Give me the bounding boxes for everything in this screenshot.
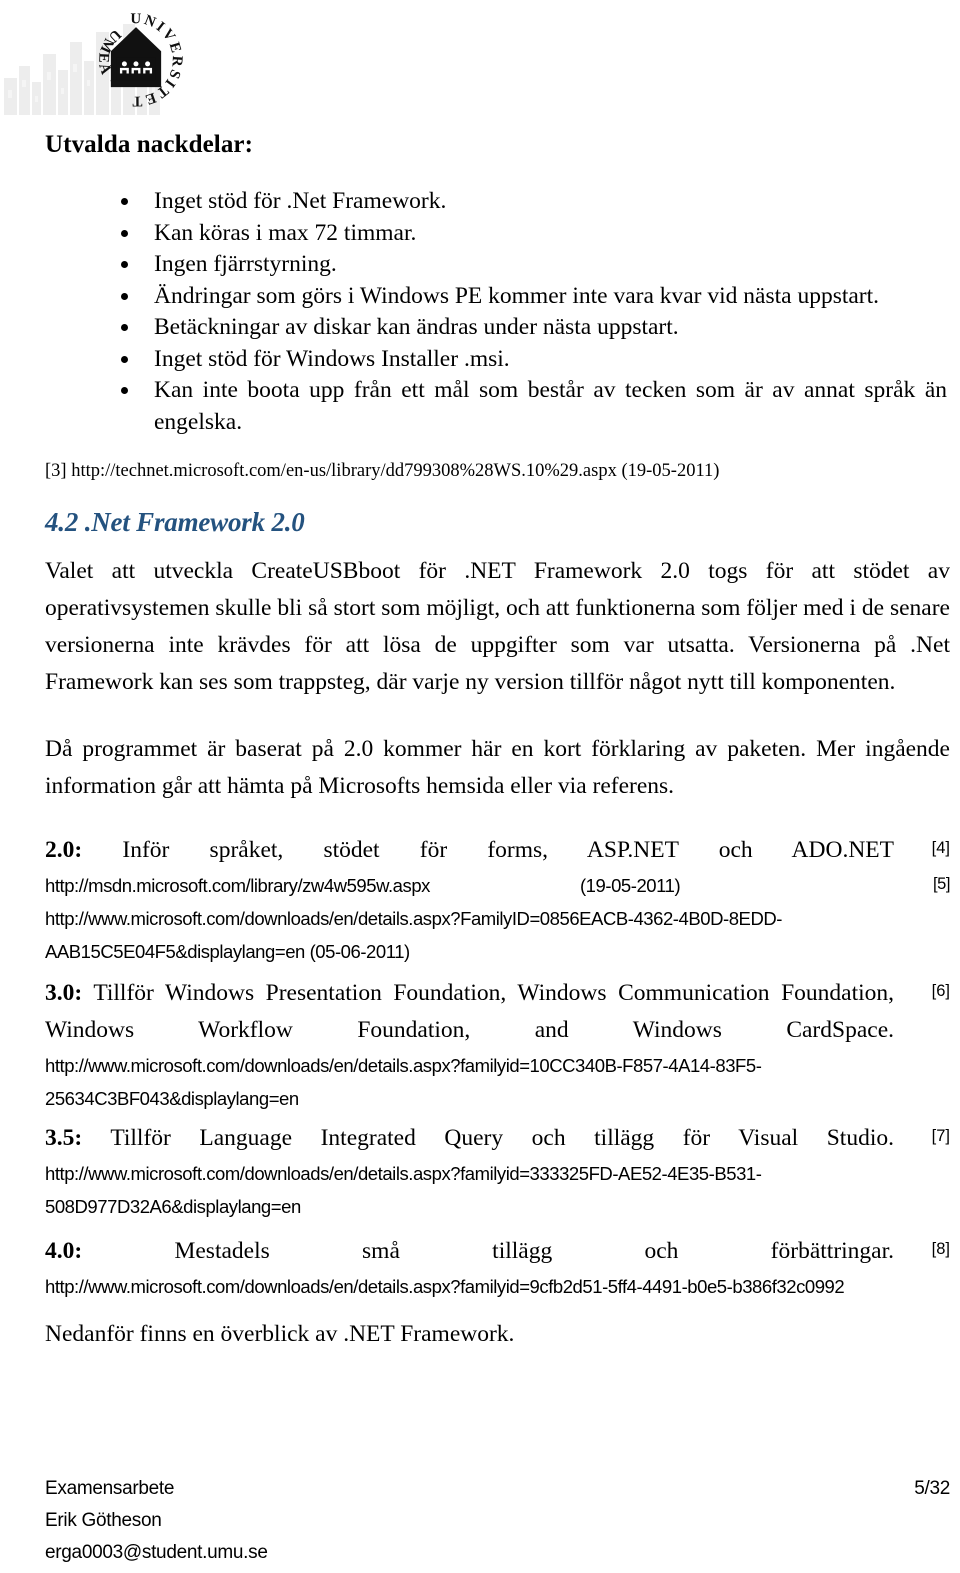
url-line[interactable]: http://www.microsoft.com/downloads/en/de… <box>45 902 950 935</box>
section-paragraph-1: Valet att utveckla CreateUSBboot för .NE… <box>45 558 950 695</box>
reference-marker: [8] <box>931 1240 950 1258</box>
url-text[interactable]: http://www.microsoft.com/downloads/en/de… <box>45 1163 762 1184</box>
version-description: Mestadels små tillägg och förbättringar. <box>174 1238 895 1264</box>
reference-marker: [5] <box>933 875 950 893</box>
list-item: Kan inte boota upp från ett mål som best… <box>81 375 951 438</box>
list-item-label: Betäckningar av diskar kan ändras under … <box>154 314 679 340</box>
version-entry-2-0: 2.0: Inför språket, stödet för forms, AS… <box>45 832 950 968</box>
university-logo: UNIVERSITET UMEÅ · <box>0 0 230 118</box>
list-item: Ingen fjärrstyrning. <box>81 249 951 281</box>
version-entry-3-0: 3.0: Tillför Windows Presentation Founda… <box>45 975 950 1115</box>
reference-marker: [6] <box>931 982 950 1000</box>
url-text[interactable]: http://www.microsoft.com/downloads/en/de… <box>45 1055 762 1076</box>
bullet-icon <box>121 261 128 268</box>
version-url-block: http://msdn.microsoft.com/library/zw4w59… <box>45 869 950 968</box>
list-item-label: Ändringar som görs i Windows PE kommer i… <box>154 282 880 309</box>
version-description-line: 4.0: Mestadels små tillägg och förbättri… <box>45 1233 950 1270</box>
version-description: Inför språket, stödet för forms, ASP.NET… <box>122 837 895 863</box>
url-line[interactable]: http://www.microsoft.com/downloads/en/de… <box>45 1270 950 1303</box>
bullet-icon <box>121 198 128 205</box>
url-line[interactable]: http://msdn.microsoft.com/library/zw4w59… <box>45 869 950 902</box>
list-item-label: Inget stöd för .Net Framework. <box>154 188 447 214</box>
document-page: UNIVERSITET UMEÅ · <box>0 0 960 1573</box>
section-paragraph-2: Då programmet är baserat på 2.0 kommer h… <box>45 736 950 799</box>
footer-row-2: Erik Götheson <box>45 1505 950 1537</box>
url-date: (19-05-2011) <box>579 875 681 896</box>
footer-author: Erik Götheson <box>45 1510 162 1531</box>
url-text[interactable]: http://www.microsoft.com/downloads/en/de… <box>45 908 782 929</box>
version-url-block: http://www.microsoft.com/downloads/en/de… <box>45 1157 950 1223</box>
version-description-line: 3.0: Tillför Windows Presentation Founda… <box>45 975 950 1049</box>
version-url-block: http://www.microsoft.com/downloads/en/de… <box>45 1049 950 1115</box>
umea-university-seal-icon: UNIVERSITET UMEÅ · <box>95 11 183 109</box>
bullet-icon <box>121 324 128 331</box>
bullet-icon <box>121 355 128 363</box>
page-footer: Examensarbete 5/32 Erik Götheson erga000… <box>45 1473 950 1569</box>
version-description: Tillför Windows Presentation Foundation,… <box>45 980 894 1043</box>
url-text[interactable]: http://www.microsoft.com/downloads/en/de… <box>45 1276 845 1297</box>
version-label: 3.5: <box>45 1125 83 1151</box>
url-text[interactable]: 25634C3BF043&displaylang=en <box>45 1088 299 1109</box>
list-item-label: Kan köras i max 72 timmar. <box>154 219 417 246</box>
reference-marker: [7] <box>931 1127 950 1145</box>
footer-email: erga0003@student.umu.se <box>45 1542 268 1563</box>
list-item-label: Kan inte boota upp från ett mål som best… <box>154 377 947 435</box>
list-item: Ändringar som görs i Windows PE kommer i… <box>81 281 951 313</box>
url-line[interactable]: http://www.microsoft.com/downloads/en/de… <box>45 1157 950 1190</box>
closing-paragraph: Nedanför finns en överblick av .NET Fram… <box>45 1321 515 1347</box>
version-description-line: 2.0: Inför språket, stödet för forms, AS… <box>45 832 950 869</box>
bullet-icon <box>121 387 128 394</box>
url-line[interactable]: AAB15C5E04F5&displaylang=en (05-06-2011) <box>45 935 950 968</box>
version-entry-3-5: 3.5: Tillför Language Integrated Query o… <box>45 1120 950 1223</box>
footer-row-3: erga0003@student.umu.se <box>45 1537 950 1569</box>
version-label: 4.0: <box>45 1238 83 1264</box>
version-url-block: http://www.microsoft.com/downloads/en/de… <box>45 1270 950 1303</box>
version-label: 2.0: <box>45 837 83 863</box>
page-header: UNIVERSITET UMEÅ · <box>0 0 960 120</box>
url-text[interactable]: AAB15C5E04F5&displaylang=en (05-06-2011) <box>45 941 410 962</box>
bullet-icon <box>121 292 128 300</box>
url-line[interactable]: 25634C3BF043&displaylang=en <box>45 1082 950 1115</box>
list-item: Inget stöd för Windows Installer .msi. <box>81 344 951 376</box>
list-item: Betäckningar av diskar kan ändras under … <box>81 312 951 344</box>
reference-3: [3] http://technet.microsoft.com/en-us/l… <box>45 461 720 481</box>
version-description-line: 3.5: Tillför Language Integrated Query o… <box>45 1120 950 1157</box>
disadvantages-list: Inget stöd för .Net Framework. Kan köras… <box>81 186 951 438</box>
footer-row-1: Examensarbete 5/32 <box>45 1473 950 1505</box>
url-line[interactable]: http://www.microsoft.com/downloads/en/de… <box>45 1049 950 1082</box>
url-line[interactable]: 508D977D32A6&displaylang=en <box>45 1190 950 1223</box>
page-number: 5/32 <box>914 1478 950 1499</box>
url-text[interactable]: 508D977D32A6&displaylang=en <box>45 1196 301 1217</box>
disadvantages-heading: Utvalda nackdelar: <box>45 131 254 158</box>
version-label: 3.0: <box>45 980 83 1006</box>
reference-marker: [4] <box>931 839 950 857</box>
footer-document-type: Examensarbete <box>45 1478 175 1499</box>
version-description: Tillför Language Integrated Query och ti… <box>110 1125 894 1151</box>
url-text[interactable]: http://msdn.microsoft.com/library/zw4w59… <box>45 875 430 896</box>
version-entry-4-0: 4.0: Mestadels små tillägg och förbättri… <box>45 1233 950 1303</box>
list-item-label: Ingen fjärrstyrning. <box>154 251 337 277</box>
bullet-icon <box>121 229 128 237</box>
list-item: Inget stöd för .Net Framework. <box>81 186 951 218</box>
list-item-label: Inget stöd för Windows Installer .msi. <box>154 345 510 372</box>
list-item: Kan köras i max 72 timmar. <box>81 218 951 250</box>
page-title: 4.2 .Net Framework 2.0 <box>45 507 305 537</box>
